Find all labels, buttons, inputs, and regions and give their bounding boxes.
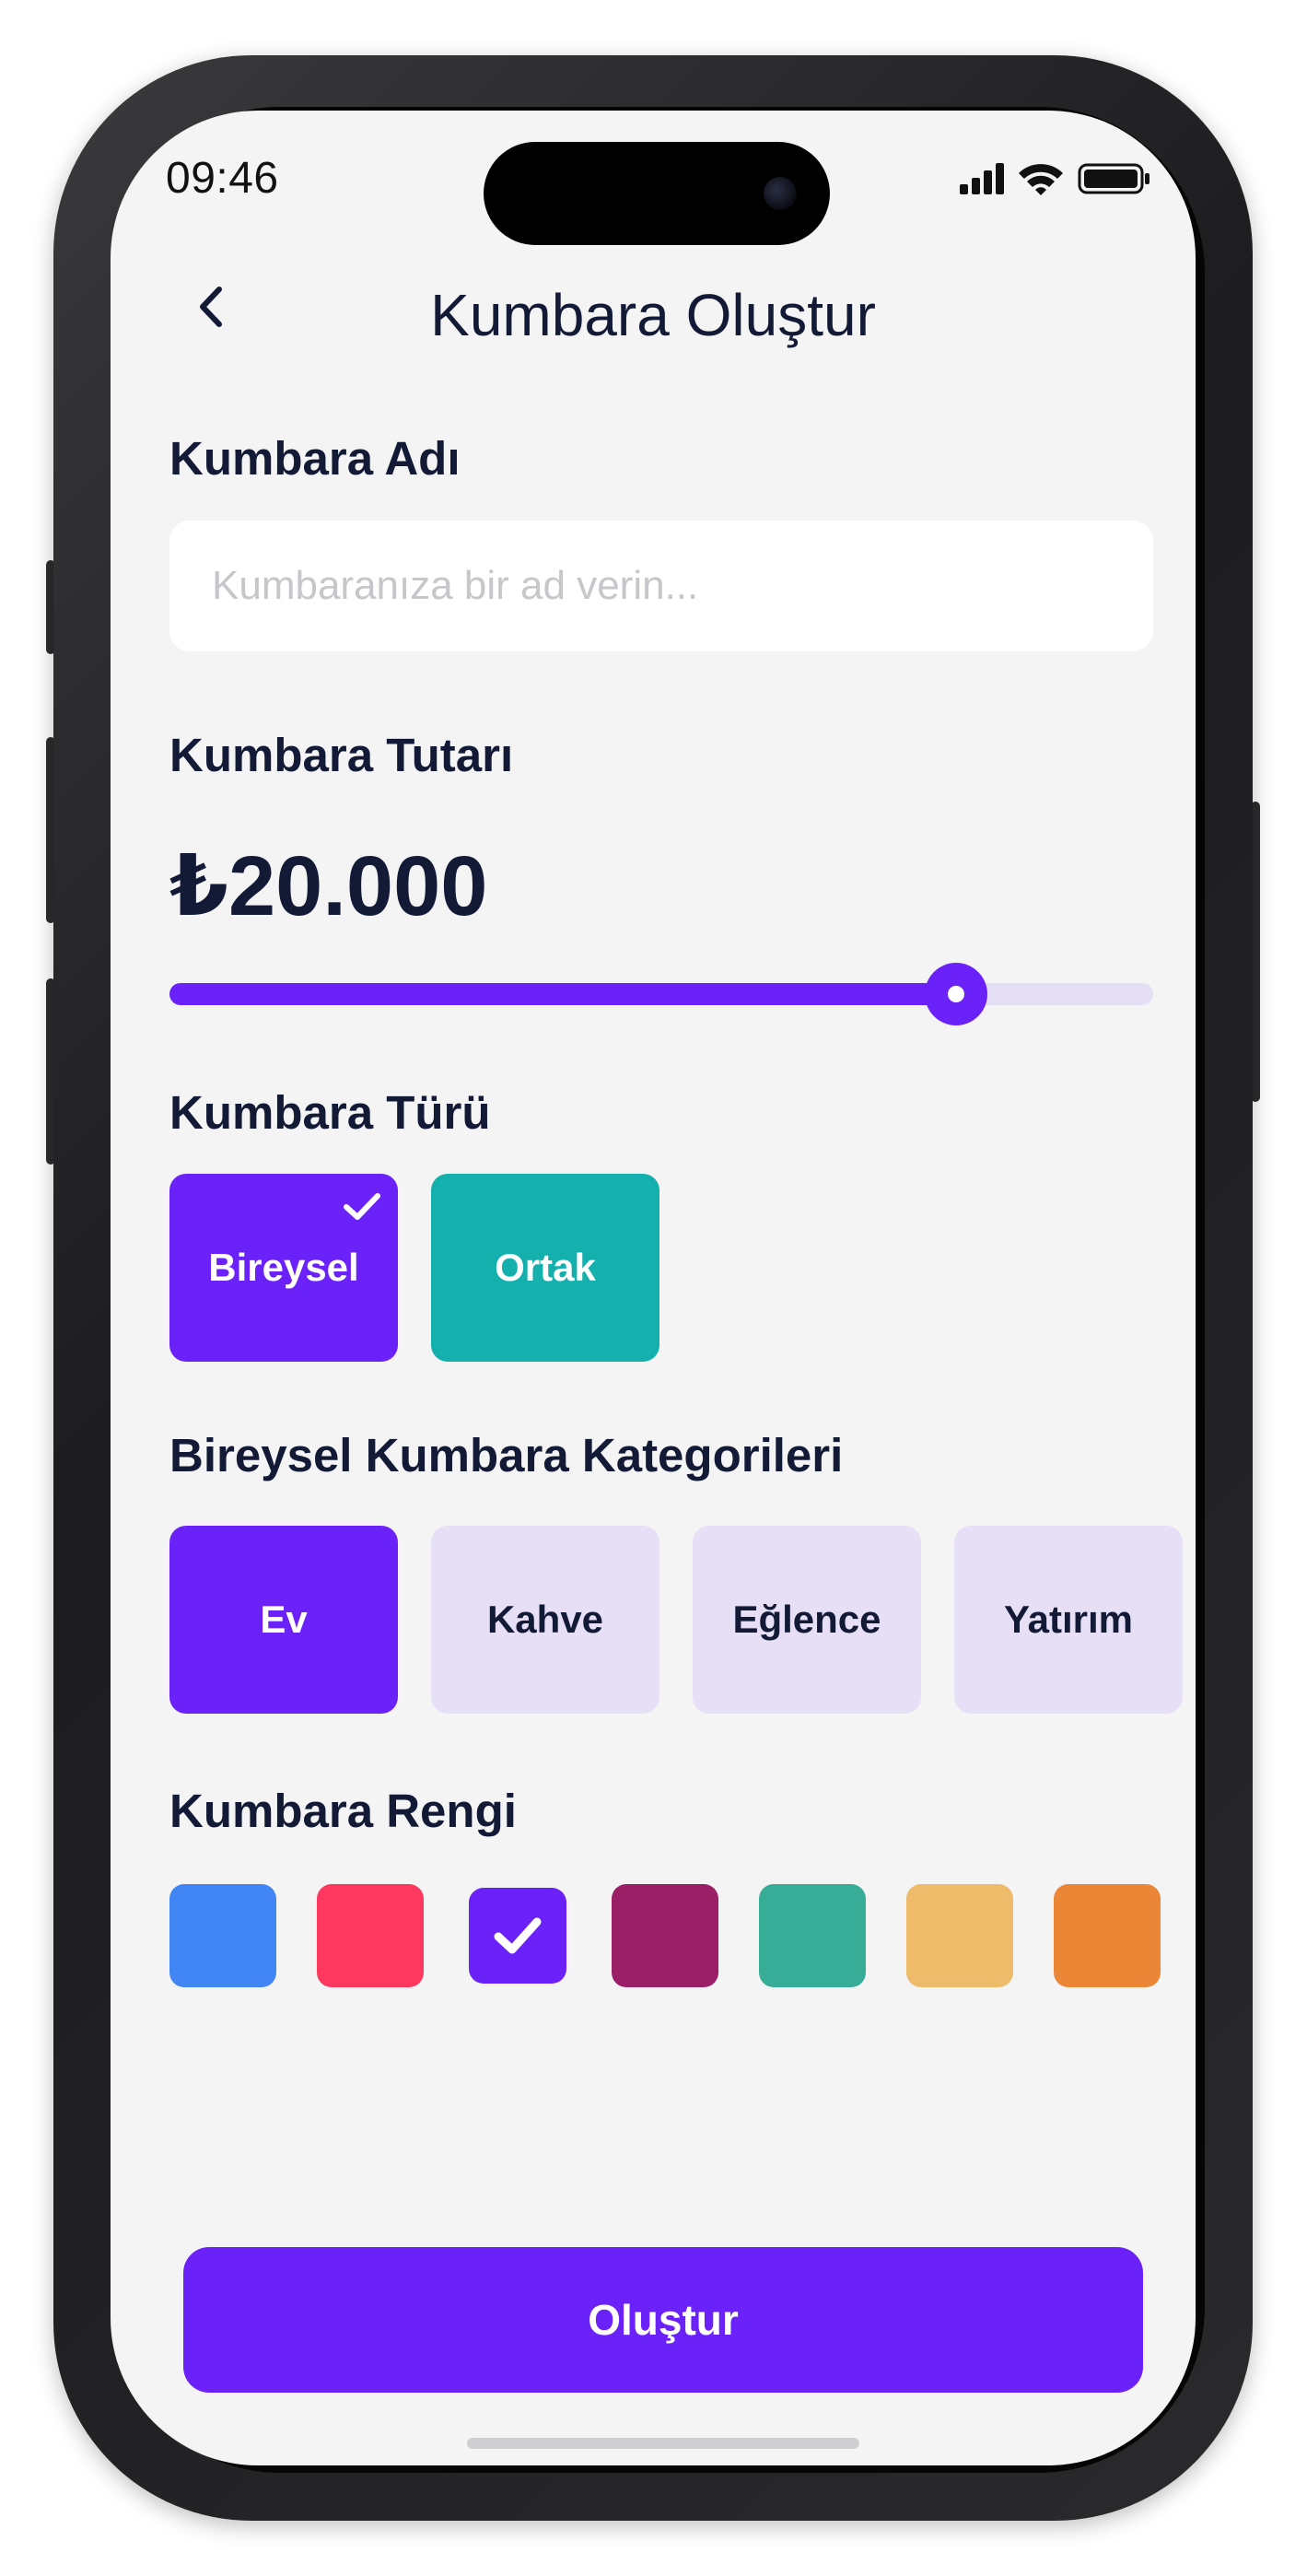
slider-thumb[interactable] bbox=[925, 963, 988, 1025]
category-label: Bireysel Kumbara Kategorileri bbox=[169, 1429, 844, 1481]
battery-icon bbox=[1078, 163, 1149, 194]
amount-label: Kumbara Tutarı bbox=[169, 729, 514, 781]
color-swatch[interactable] bbox=[169, 1884, 276, 1987]
check-icon bbox=[344, 1193, 380, 1220]
category-option-ev[interactable]: Ev bbox=[169, 1526, 398, 1714]
app-screen: 09:46 Kumbara Oluştur Kumbara Adı Kumbar… bbox=[111, 111, 1196, 2465]
wifi-icon bbox=[1019, 164, 1063, 195]
home-indicator bbox=[467, 2438, 859, 2449]
color-label: Kumbara Rengi bbox=[169, 1785, 517, 1837]
color-swatch[interactable] bbox=[906, 1884, 1013, 1987]
type-option-label: Bireysel bbox=[208, 1246, 359, 1289]
create-button-label: Oluştur bbox=[588, 2296, 739, 2344]
type-label: Kumbara Türü bbox=[169, 1086, 491, 1139]
status-time: 09:46 bbox=[166, 154, 279, 203]
category-option-label: Ev bbox=[260, 1598, 308, 1641]
category-option-yatirim[interactable]: Yatırım bbox=[954, 1526, 1183, 1714]
type-option-label: Ortak bbox=[495, 1246, 596, 1289]
create-button[interactable]: Oluştur bbox=[183, 2247, 1143, 2393]
type-option-ortak[interactable]: Ortak bbox=[431, 1174, 659, 1362]
category-option-label: Yatırım bbox=[1003, 1598, 1134, 1641]
category-option-kahve[interactable]: Kahve bbox=[431, 1526, 659, 1714]
category-option-label: Eğlence bbox=[732, 1598, 881, 1641]
type-option-bireysel[interactable]: Bireysel bbox=[169, 1174, 398, 1362]
amount-slider[interactable] bbox=[169, 963, 1153, 1025]
slider-fill bbox=[169, 983, 957, 1005]
color-swatch[interactable] bbox=[759, 1884, 866, 1987]
front-camera-icon bbox=[764, 177, 797, 210]
category-option-label: Kahve bbox=[486, 1598, 604, 1641]
status-icons bbox=[960, 163, 1149, 195]
color-swatch[interactable] bbox=[1054, 1884, 1161, 1987]
dynamic-island bbox=[484, 142, 830, 245]
amount-value: ₺20.000 bbox=[169, 839, 488, 933]
category-option-eglence[interactable]: Eğlence bbox=[693, 1526, 921, 1714]
color-swatch[interactable] bbox=[317, 1884, 424, 1987]
color-swatch[interactable] bbox=[612, 1884, 718, 1987]
cellular-signal-icon bbox=[960, 163, 1004, 194]
name-input[interactable] bbox=[169, 521, 1153, 651]
check-icon bbox=[494, 1917, 542, 1954]
page-title: Kumbara Oluştur bbox=[430, 282, 876, 348]
name-label: Kumbara Adı bbox=[169, 432, 461, 485]
color-swatch[interactable] bbox=[469, 1888, 566, 1984]
